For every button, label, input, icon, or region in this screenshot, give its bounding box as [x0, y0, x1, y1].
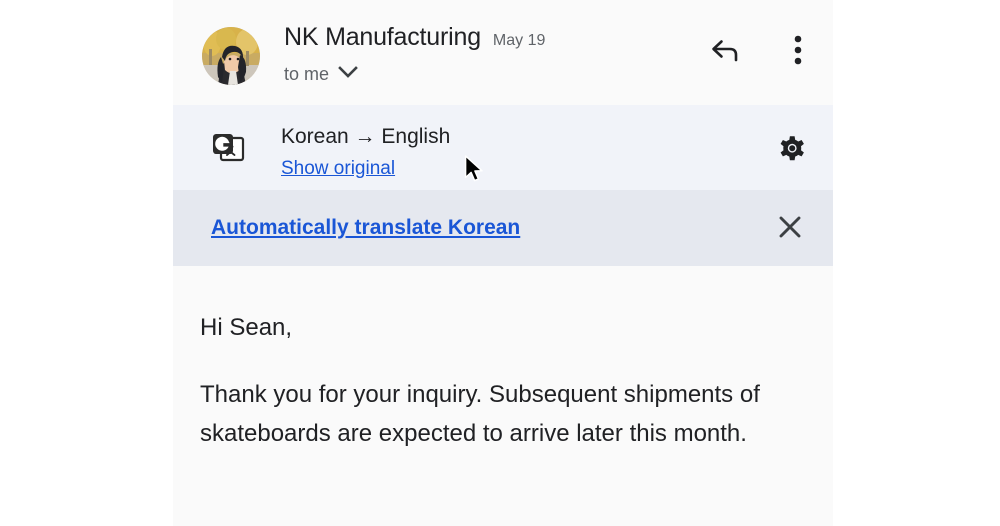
- gear-icon: [776, 133, 808, 168]
- show-original-link[interactable]: Show original: [281, 154, 395, 184]
- translate-bar: Korean → English Show original: [173, 105, 833, 190]
- google-translate-icon: [208, 128, 248, 168]
- message-body: Hi Sean, Thank you for your inquiry. Sub…: [173, 266, 833, 453]
- avatar[interactable]: [202, 27, 260, 85]
- header-actions: [709, 34, 815, 68]
- sender-name: NK Manufacturing: [284, 23, 481, 51]
- avatar-photo: [202, 27, 260, 85]
- translate-settings-button[interactable]: [772, 130, 812, 170]
- body-greeting: Hi Sean,: [200, 314, 293, 341]
- auto-translate-close-button[interactable]: [770, 208, 810, 248]
- recipient-row[interactable]: to me: [284, 64, 358, 85]
- auto-translate-bar: Automatically translate Korean: [173, 190, 833, 266]
- close-icon: [776, 213, 804, 244]
- more-options-icon: [794, 35, 802, 68]
- chevron-down-icon[interactable]: [338, 65, 358, 84]
- body-paragraph: Thank you for your inquiry. Subsequent s…: [200, 381, 760, 447]
- reply-button[interactable]: [709, 34, 743, 68]
- recipient-label: to me: [284, 64, 330, 84]
- translate-info: Korean → English Show original: [281, 122, 450, 184]
- app-root: NK Manufacturing May 19 to me Korean → E…: [0, 0, 1000, 526]
- more-options-button[interactable]: [781, 34, 815, 68]
- email-message-card: NK Manufacturing May 19 to me Korean → E…: [173, 0, 833, 526]
- message-date: May 19: [492, 32, 546, 49]
- reply-icon: [710, 36, 742, 67]
- message-header: NK Manufacturing May 19 to me: [173, 0, 833, 105]
- auto-translate-link[interactable]: Automatically translate Korean: [211, 216, 520, 240]
- sender-info: NK Manufacturing May 19: [284, 23, 545, 52]
- language-pair: Korean → English: [281, 125, 451, 148]
